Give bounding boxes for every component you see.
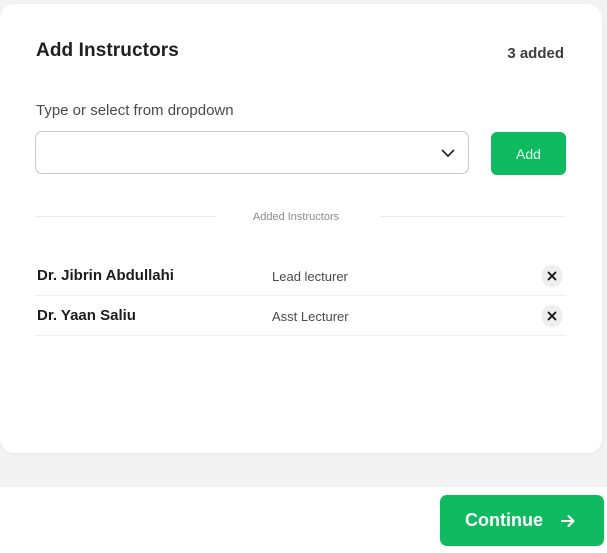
instructor-row: Dr. Jibrin Abdullahi Lead lecturer: [35, 256, 566, 296]
close-icon: [547, 271, 557, 281]
added-instructors-heading: Added Instructors: [252, 211, 340, 223]
remove-instructor-button[interactable]: [541, 305, 563, 327]
arrow-right-icon: [561, 514, 575, 527]
instructor-name: Dr. Yaan Saliu: [37, 307, 136, 324]
add-button[interactable]: Add: [491, 132, 566, 175]
close-icon: [547, 311, 557, 321]
instructor-select[interactable]: [35, 131, 469, 175]
instructor-row: Dr. Yaan Saliu Asst Lecturer: [35, 296, 566, 336]
instructor-role: Lead lecturer: [272, 269, 348, 284]
chevron-down-icon[interactable]: [440, 145, 456, 161]
add-instructors-card: Add Instructors 3 added Type or select f…: [0, 4, 602, 453]
added-count: 3 added: [507, 45, 564, 62]
instructor-role: Asst Lecturer: [272, 309, 349, 324]
instructor-field-label: Type or select from dropdown: [36, 102, 234, 119]
instructor-input[interactable]: [46, 132, 430, 175]
remove-instructor-button[interactable]: [541, 265, 563, 287]
dialog-title: Add Instructors: [36, 40, 179, 61]
continue-button[interactable]: Continue: [440, 495, 604, 546]
continue-label: Continue: [465, 510, 543, 530]
instructor-name: Dr. Jibrin Abdullahi: [37, 267, 174, 284]
